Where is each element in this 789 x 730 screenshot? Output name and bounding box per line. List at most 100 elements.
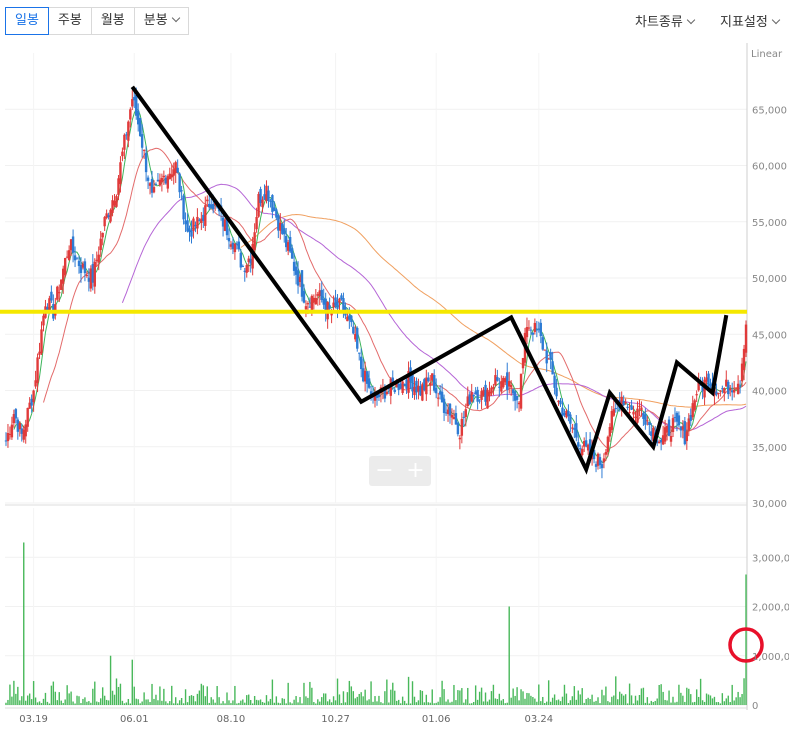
candle-body (123, 134, 126, 150)
candle-body (519, 373, 523, 409)
candle-body (144, 152, 148, 173)
volume-bar (624, 694, 627, 705)
volume-bar (117, 686, 120, 705)
volume-bar (44, 692, 47, 705)
volume-bar (198, 690, 201, 705)
volume-bar (640, 688, 643, 705)
tab-daily[interactable]: 일봉 (5, 7, 49, 35)
volume-bar (145, 699, 147, 705)
volume-bar (413, 696, 416, 705)
volume-bar (336, 678, 339, 705)
volume-bar (467, 687, 469, 705)
volume-bar (695, 689, 698, 705)
volume-bar (182, 703, 185, 705)
chevron-down-icon (686, 15, 696, 25)
volume-bar (313, 702, 315, 705)
volume-bar (425, 694, 428, 705)
volume-bar (735, 697, 737, 705)
candle-body (71, 236, 75, 253)
volume-bar (277, 702, 280, 705)
volume-bar (443, 689, 445, 705)
x-tick-label: 03.19 (19, 714, 48, 725)
volume-bar (119, 683, 122, 705)
candle-body (255, 216, 258, 230)
volume-bar (500, 700, 503, 705)
volume-bar (666, 700, 668, 705)
volume-bar (133, 686, 135, 705)
candle-body (496, 377, 499, 381)
candle-body (227, 238, 231, 242)
volume-bar (74, 703, 76, 705)
candle-body (146, 177, 150, 181)
candle-body (693, 400, 696, 410)
price-tick-label: 65,000 (752, 105, 787, 116)
volume-bar (435, 702, 437, 705)
candle-body (553, 375, 556, 388)
volume-bar (178, 700, 181, 705)
zoom-out-button[interactable]: − (369, 456, 400, 486)
volume-bar (684, 701, 686, 705)
volume-bar (287, 682, 289, 705)
volume-bar (21, 696, 23, 705)
candle-body (99, 238, 102, 251)
volume-bar (78, 696, 80, 705)
candle-body (261, 199, 264, 208)
volume-bar (96, 701, 98, 705)
tab-minute[interactable]: 분봉 (133, 7, 189, 35)
volume-bar (346, 692, 349, 705)
volume-bar (34, 697, 37, 705)
candle-body (32, 390, 35, 403)
volume-bar (275, 696, 278, 705)
candle-body (515, 395, 519, 400)
volume-bar (688, 688, 690, 705)
volume-bar (699, 678, 702, 705)
candle-body (121, 151, 124, 157)
volume-bar (670, 702, 672, 705)
volume-bar (255, 699, 258, 705)
candle-body (543, 349, 546, 351)
volume-bar (115, 678, 118, 705)
volume-bar (234, 685, 236, 705)
volume-bar (642, 687, 645, 705)
candle-body (555, 387, 558, 397)
volume-bar (557, 699, 560, 705)
candle-body (127, 121, 130, 141)
volume-bar (82, 698, 84, 705)
volume-bar (173, 703, 175, 705)
volume-bar (92, 688, 94, 705)
volume-bar (263, 702, 266, 705)
tab-weekly[interactable]: 주봉 (47, 7, 92, 35)
volume-bar (226, 692, 228, 705)
volume-bar (506, 702, 508, 705)
volume-bar (58, 692, 60, 705)
volume-bar (622, 695, 625, 705)
volume-bar (127, 698, 130, 705)
zoom-in-button[interactable]: + (400, 456, 431, 486)
volume-bar (421, 690, 424, 705)
volume-bar (372, 701, 374, 705)
volume-bar (532, 697, 534, 705)
tab-monthly[interactable]: 월봉 (90, 7, 135, 35)
chart-type-menu[interactable]: 차트종류 (635, 11, 696, 30)
candle-body (393, 389, 396, 393)
volume-bar (429, 702, 431, 705)
volume-bar (370, 681, 372, 705)
volume-bar (607, 701, 609, 705)
candlestick-series (4, 87, 748, 479)
volume-bar (516, 687, 518, 705)
volume-bar (605, 686, 607, 705)
chevron-down-icon (171, 13, 180, 23)
indicator-settings-menu[interactable]: 지표설정 (720, 11, 781, 30)
volume-bar (248, 694, 250, 705)
candle-body (648, 421, 651, 425)
volume-bar (169, 701, 171, 705)
volume-bar (190, 695, 193, 705)
volume-bar (415, 702, 418, 705)
volume-bar (530, 695, 532, 705)
volume-bar (135, 698, 137, 705)
volume-bar (680, 692, 682, 705)
stock-chart[interactable]: Linear 30,000 35,000 40,000 45,000 50,000 55,0… (0, 40, 789, 730)
volume-bar (745, 574, 747, 705)
volume-bar (474, 685, 477, 705)
volume-bar (202, 685, 205, 705)
